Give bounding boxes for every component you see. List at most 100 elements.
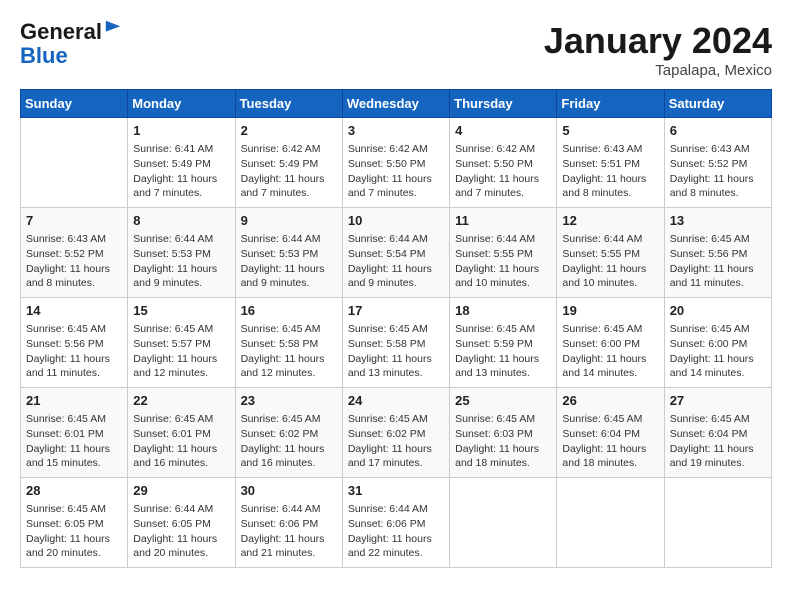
day-content: Sunrise: 6:43 AMSunset: 5:52 PMDaylight:… (26, 232, 122, 291)
day-content: Sunrise: 6:43 AMSunset: 5:52 PMDaylight:… (670, 142, 766, 201)
day-content: Sunrise: 6:44 AMSunset: 6:05 PMDaylight:… (133, 502, 229, 561)
calendar-cell (664, 478, 771, 568)
day-content: Sunrise: 6:45 AMSunset: 6:03 PMDaylight:… (455, 412, 551, 471)
day-number: 13 (670, 212, 766, 230)
day-content: Sunrise: 6:45 AMSunset: 6:00 PMDaylight:… (562, 322, 658, 381)
calendar-cell: 6Sunrise: 6:43 AMSunset: 5:52 PMDaylight… (664, 118, 771, 208)
calendar-cell: 9 Sunrise: 6:44 AMSunset: 5:53 PMDaylight… (235, 208, 342, 298)
calendar-cell: 8Sunrise: 6:44 AMSunset: 5:53 PMDaylight… (128, 208, 235, 298)
day-content: Sunrise: 6:43 AMSunset: 5:51 PMDaylight:… (562, 142, 658, 201)
day-number: 2 (241, 122, 337, 140)
day-number: 12 (562, 212, 658, 230)
calendar-cell: 30 Sunrise: 6:44 AMSunset: 6:06 PMDayligh… (235, 478, 342, 568)
calendar-cell: 16 Sunrise: 6:45 AMSunset: 5:58 PMDayligh… (235, 298, 342, 388)
day-content: Sunrise: 6:44 AMSunset: 5:54 PMDaylight:… (348, 232, 444, 291)
logo-blue: Blue (20, 43, 68, 68)
day-number: 1 (133, 122, 229, 140)
day-number: 9 (241, 212, 337, 230)
day-header-monday: Monday (128, 90, 235, 118)
calendar-cell: 28Sunrise: 6:45 AMSunset: 6:05 PMDayligh… (21, 478, 128, 568)
day-content: Sunrise: 6:45 AMSunset: 6:02 PMDaylight:… (241, 412, 337, 471)
day-number: 15 (133, 302, 229, 320)
calendar-cell: 14Sunrise: 6:45 AMSunset: 5:56 PMDayligh… (21, 298, 128, 388)
day-number: 27 (670, 392, 766, 410)
day-content: Sunrise: 6:45 AMSunset: 5:58 PMDaylight:… (348, 322, 444, 381)
calendar-cell: 3 Sunrise: 6:42 AMSunset: 5:50 PMDaylight… (342, 118, 449, 208)
calendar-cell: 2 Sunrise: 6:42 AMSunset: 5:49 PMDaylight… (235, 118, 342, 208)
day-number: 3 (348, 122, 444, 140)
calendar-cell: 13 Sunrise: 6:45 AMSunset: 5:56 PMDayligh… (664, 208, 771, 298)
calendar-cell: 15 Sunrise: 6:45 AMSunset: 5:57 PMDayligh… (128, 298, 235, 388)
calendar-cell (21, 118, 128, 208)
day-number: 17 (348, 302, 444, 320)
day-number: 24 (348, 392, 444, 410)
day-number: 31 (348, 482, 444, 500)
day-content: Sunrise: 6:42 AMSunset: 5:50 PMDaylight:… (348, 142, 444, 201)
calendar-cell: 27Sunrise: 6:45 AMSunset: 6:04 PMDayligh… (664, 388, 771, 478)
logo-general: General (20, 20, 102, 44)
day-number: 4 (455, 122, 551, 140)
day-content: Sunrise: 6:45 AMSunset: 5:59 PMDaylight:… (455, 322, 551, 381)
day-content: Sunrise: 6:45 AMSunset: 5:56 PMDaylight:… (26, 322, 122, 381)
page-header: General Blue January 2024 Tapalapa, Mexi… (20, 20, 772, 79)
calendar-body: 1 Sunrise: 6:41 AMSunset: 5:49 PMDaylight… (21, 118, 772, 568)
day-content: Sunrise: 6:44 AMSunset: 5:55 PMDaylight:… (562, 232, 658, 291)
calendar-header-row: SundayMondayTuesdayWednesdayThursdayFrid… (21, 90, 772, 118)
calendar-cell: 25 Sunrise: 6:45 AMSunset: 6:03 PMDayligh… (450, 388, 557, 478)
day-number: 23 (241, 392, 337, 410)
calendar-cell: 12 Sunrise: 6:44 AMSunset: 5:55 PMDayligh… (557, 208, 664, 298)
day-number: 7 (26, 212, 122, 230)
calendar-cell: 11Sunrise: 6:44 AMSunset: 5:55 PMDayligh… (450, 208, 557, 298)
calendar-week-row: 28Sunrise: 6:45 AMSunset: 6:05 PMDayligh… (21, 478, 772, 568)
day-number: 29 (133, 482, 229, 500)
day-content: Sunrise: 6:42 AMSunset: 5:50 PMDaylight:… (455, 142, 551, 201)
day-number: 16 (241, 302, 337, 320)
day-content: Sunrise: 6:45 AMSunset: 6:04 PMDaylight:… (562, 412, 658, 471)
calendar-cell: 26Sunrise: 6:45 AMSunset: 6:04 PMDayligh… (557, 388, 664, 478)
calendar-cell: 18 Sunrise: 6:45 AMSunset: 5:59 PMDayligh… (450, 298, 557, 388)
calendar-table: SundayMondayTuesdayWednesdayThursdayFrid… (20, 89, 772, 568)
day-header-saturday: Saturday (664, 90, 771, 118)
day-header-thursday: Thursday (450, 90, 557, 118)
calendar-cell: 19 Sunrise: 6:45 AMSunset: 6:00 PMDayligh… (557, 298, 664, 388)
day-content: Sunrise: 6:44 AMSunset: 5:55 PMDaylight:… (455, 232, 551, 291)
day-content: Sunrise: 6:45 AMSunset: 5:58 PMDaylight:… (241, 322, 337, 381)
day-header-tuesday: Tuesday (235, 90, 342, 118)
calendar-cell: 23 Sunrise: 6:45 AMSunset: 6:02 PMDayligh… (235, 388, 342, 478)
day-header-wednesday: Wednesday (342, 90, 449, 118)
day-content: Sunrise: 6:41 AMSunset: 5:49 PMDaylight:… (133, 142, 229, 201)
day-number: 5 (562, 122, 658, 140)
day-content: Sunrise: 6:45 AMSunset: 6:05 PMDaylight:… (26, 502, 122, 561)
day-content: Sunrise: 6:42 AMSunset: 5:49 PMDaylight:… (241, 142, 337, 201)
day-content: Sunrise: 6:45 AMSunset: 6:02 PMDaylight:… (348, 412, 444, 471)
day-content: Sunrise: 6:44 AMSunset: 6:06 PMDaylight:… (241, 502, 337, 561)
calendar-week-row: 7 Sunrise: 6:43 AMSunset: 5:52 PMDaylight… (21, 208, 772, 298)
day-number: 19 (562, 302, 658, 320)
day-number: 25 (455, 392, 551, 410)
day-content: Sunrise: 6:45 AMSunset: 5:57 PMDaylight:… (133, 322, 229, 381)
calendar-cell: 17 Sunrise: 6:45 AMSunset: 5:58 PMDayligh… (342, 298, 449, 388)
day-number: 30 (241, 482, 337, 500)
calendar-cell: 10 Sunrise: 6:44 AMSunset: 5:54 PMDayligh… (342, 208, 449, 298)
day-content: Sunrise: 6:45 AMSunset: 6:01 PMDaylight:… (26, 412, 122, 471)
day-number: 20 (670, 302, 766, 320)
day-number: 18 (455, 302, 551, 320)
calendar-week-row: 21Sunrise: 6:45 AMSunset: 6:01 PMDayligh… (21, 388, 772, 478)
calendar-week-row: 14Sunrise: 6:45 AMSunset: 5:56 PMDayligh… (21, 298, 772, 388)
calendar-cell: 22 Sunrise: 6:45 AMSunset: 6:01 PMDayligh… (128, 388, 235, 478)
day-content: Sunrise: 6:45 AMSunset: 6:01 PMDaylight:… (133, 412, 229, 471)
day-content: Sunrise: 6:44 AMSunset: 5:53 PMDaylight:… (241, 232, 337, 291)
day-number: 22 (133, 392, 229, 410)
calendar-cell: 7 Sunrise: 6:43 AMSunset: 5:52 PMDaylight… (21, 208, 128, 298)
calendar-week-row: 1 Sunrise: 6:41 AMSunset: 5:49 PMDaylight… (21, 118, 772, 208)
day-content: Sunrise: 6:45 AMSunset: 5:56 PMDaylight:… (670, 232, 766, 291)
calendar-cell: 4 Sunrise: 6:42 AMSunset: 5:50 PMDaylight… (450, 118, 557, 208)
calendar-cell: 29 Sunrise: 6:44 AMSunset: 6:05 PMDayligh… (128, 478, 235, 568)
calendar-cell: 31 Sunrise: 6:44 AMSunset: 6:06 PMDayligh… (342, 478, 449, 568)
day-content: Sunrise: 6:44 AMSunset: 6:06 PMDaylight:… (348, 502, 444, 561)
day-header-friday: Friday (557, 90, 664, 118)
calendar-cell: 20 Sunrise: 6:45 AMSunset: 6:00 PMDayligh… (664, 298, 771, 388)
calendar-cell: 1 Sunrise: 6:41 AMSunset: 5:49 PMDaylight… (128, 118, 235, 208)
day-number: 10 (348, 212, 444, 230)
day-content: Sunrise: 6:45 AMSunset: 6:00 PMDaylight:… (670, 322, 766, 381)
